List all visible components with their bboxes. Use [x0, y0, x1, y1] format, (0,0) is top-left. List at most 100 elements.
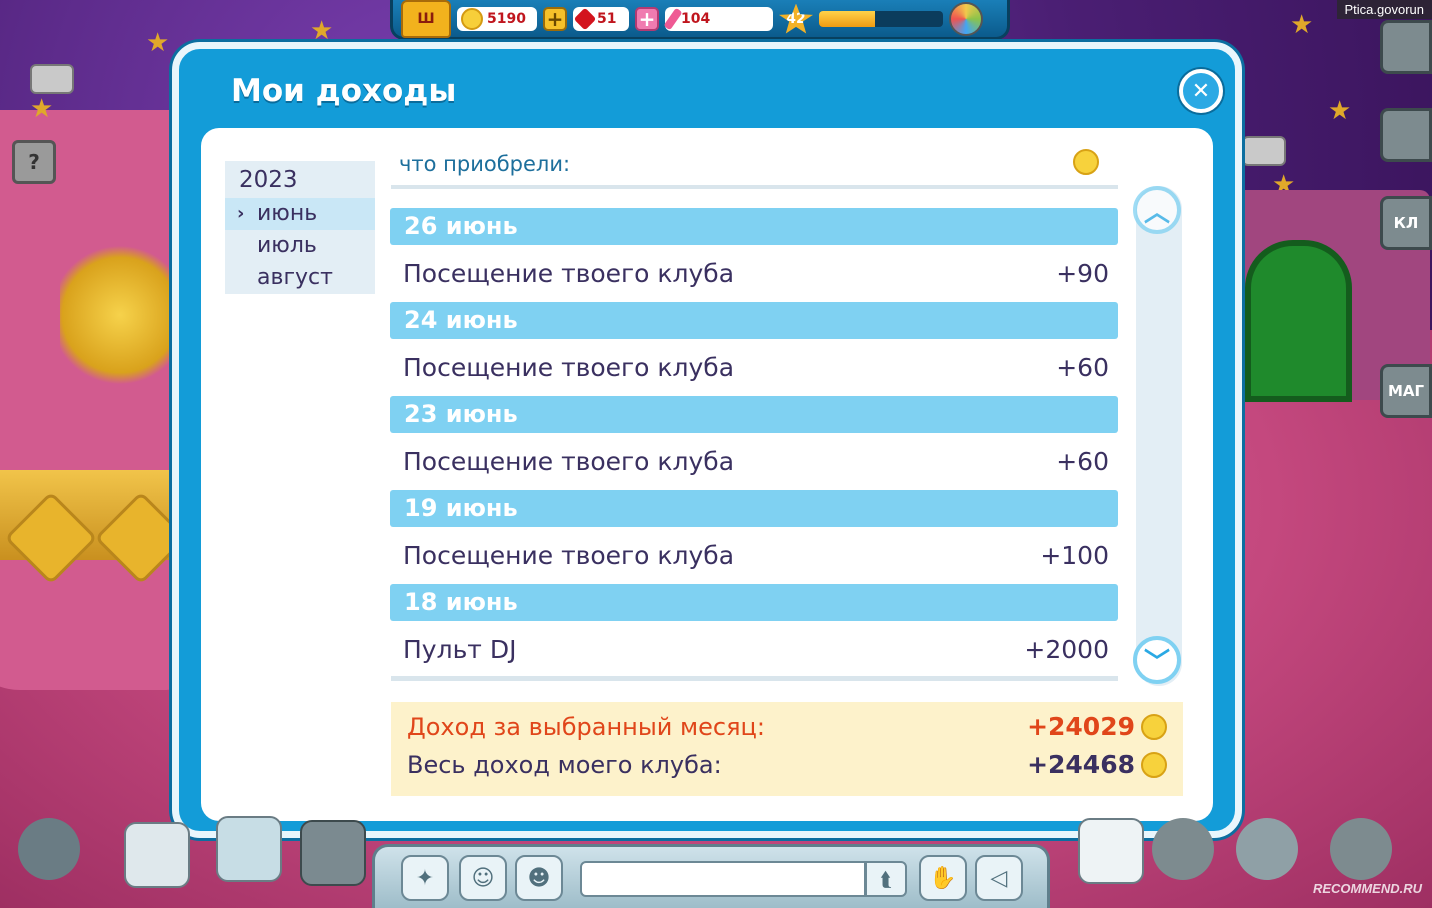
divider: [391, 676, 1118, 681]
date-header: 26 июнь: [390, 208, 1118, 245]
purchases-header: что приобрели:: [399, 152, 571, 176]
spotlight-icon: [1242, 136, 1286, 166]
gems-value: 51: [597, 10, 617, 27]
income-description: Посещение твоего клуба: [403, 353, 735, 382]
experience-bar: [819, 10, 943, 27]
month-item-august[interactable]: август: [225, 262, 375, 294]
coin-pile-decoration: [60, 240, 180, 390]
fortune-wheel-icon[interactable]: [949, 1, 983, 36]
add-gems-button[interactable]: +: [635, 6, 659, 31]
scroll-down-button[interactable]: ﹀: [1133, 636, 1181, 684]
scrollbar-track[interactable]: [1136, 186, 1182, 686]
income-description: Пульт DJ: [403, 635, 517, 664]
date-header: 19 июнь: [390, 490, 1118, 527]
coin-icon: [1073, 149, 1099, 175]
date-header: 18 июнь: [390, 584, 1118, 621]
character-icon: ☻: [527, 865, 551, 891]
pencil-icon: [663, 7, 683, 30]
chat-toolbar: ✦ ☺ ☻ ⮬ ✋ ◁: [372, 844, 1050, 908]
club-tab-button[interactable]: КЛ: [1380, 196, 1432, 250]
divider: [391, 185, 1118, 189]
notepad-icon[interactable]: [1078, 818, 1144, 884]
income-row: Посещение твоего клуба +60: [390, 433, 1118, 490]
income-amount: +90: [1056, 259, 1109, 288]
club-door[interactable]: [1245, 240, 1352, 402]
friends-icon[interactable]: [18, 818, 80, 880]
chat-input[interactable]: [580, 861, 866, 897]
month-label: август: [257, 265, 333, 290]
crown-icon[interactable]: Ш: [401, 0, 451, 38]
income-amount: +60: [1056, 353, 1109, 382]
month-label: июль: [257, 233, 317, 258]
sound-button[interactable]: ◁: [975, 855, 1023, 901]
coins-counter: 5190: [457, 6, 537, 31]
ruby-icon: [573, 7, 597, 30]
income-dialog: Мои доходы ✕ 2023 › июнь июль август что…: [172, 42, 1242, 838]
all-time-total-label: Весь доход моего клуба:: [407, 750, 722, 779]
emotions-button[interactable]: ☺: [459, 855, 507, 901]
all-time-total: +24468: [1027, 750, 1167, 779]
income-row: Посещение твоего клуба +90: [390, 245, 1118, 302]
coins-value: 5190: [487, 10, 526, 27]
watermark-site: RECOMMEND.RU: [1312, 881, 1422, 896]
income-amount: +60: [1056, 447, 1109, 476]
date-header: 24 июнь: [390, 302, 1118, 339]
star-decoration: ★: [1328, 96, 1352, 126]
all-time-total-row: Весь доход моего клуба: +24468: [407, 750, 1167, 779]
month-total: +24029: [1027, 712, 1167, 741]
avatar-icon[interactable]: [1330, 818, 1392, 880]
avatar-tab-icon[interactable]: [1380, 108, 1432, 162]
month-item-june[interactable]: › июнь: [225, 198, 375, 230]
mail-icon[interactable]: [124, 822, 190, 888]
pencils-value: 104: [681, 10, 711, 27]
income-row: Посещение твоего клуба +100: [390, 527, 1118, 584]
coin-icon: [461, 7, 483, 30]
year-label: 2023: [239, 167, 298, 193]
send-button[interactable]: ⮬: [865, 861, 907, 897]
income-row: Пульт DJ +2000: [390, 621, 1118, 676]
watermark-author: Ptica.govorun: [1336, 0, 1432, 19]
level-star-icon: 42: [779, 3, 813, 34]
coin-icon: [1141, 713, 1167, 740]
date-header: 23 июнь: [390, 396, 1118, 433]
star-decoration: ★: [1290, 10, 1314, 40]
magic-wand-button[interactable]: ✦: [401, 855, 449, 901]
month-total-label: Доход за выбранный месяц:: [407, 712, 765, 741]
smile-icon: ☺: [471, 865, 495, 891]
close-button[interactable]: ✕: [1179, 69, 1223, 113]
help-button[interactable]: ?: [12, 140, 56, 184]
month-item-july[interactable]: июль: [225, 230, 375, 262]
pet-icon[interactable]: [1236, 818, 1298, 880]
income-row: Посещение твоего клуба +60: [390, 339, 1118, 396]
pencils-counter: 104: [663, 6, 773, 31]
income-totals: Доход за выбранный месяц: +24029 Весь до…: [391, 702, 1183, 796]
income-amount: +100: [1040, 541, 1109, 570]
star-decoration: ★: [30, 94, 54, 124]
experience-fill: [819, 10, 875, 27]
all-time-total-value: +24468: [1027, 750, 1135, 779]
coin-icon: [1141, 751, 1167, 778]
scroll-up-button[interactable]: ︿: [1133, 186, 1181, 234]
safe-icon[interactable]: [300, 820, 366, 886]
star-decoration: ★: [310, 16, 334, 46]
month-total-row: Доход за выбранный месяц: +24029: [407, 712, 1167, 741]
gems-counter: 51: [573, 6, 629, 31]
income-description: Посещение твоего клуба: [403, 259, 735, 288]
income-list: 26 июнь Посещение твоего клуба +90 24 ию…: [390, 208, 1118, 676]
shop-tab-button[interactable]: МАГ: [1380, 364, 1432, 418]
month-total-value: +24029: [1027, 712, 1135, 741]
chevron-right-icon: ›: [237, 203, 245, 224]
income-amount: +2000: [1024, 635, 1109, 664]
month-label: июнь: [257, 201, 318, 226]
dialog-title: Мои доходы: [231, 73, 457, 109]
actions-button[interactable]: ☻: [515, 855, 563, 901]
star-decoration: ★: [146, 28, 170, 58]
income-description: Посещение твоего клуба: [403, 447, 735, 476]
hand-icon: ✋: [929, 865, 957, 891]
gift-icon[interactable]: [216, 816, 282, 882]
house-icon[interactable]: [1152, 818, 1214, 880]
add-coins-button[interactable]: +: [543, 6, 567, 31]
camera-tab-icon[interactable]: [1380, 20, 1432, 74]
dialog-body: 2023 › июнь июль август что приобрели: 2…: [201, 128, 1213, 821]
gesture-button[interactable]: ✋: [919, 855, 967, 901]
